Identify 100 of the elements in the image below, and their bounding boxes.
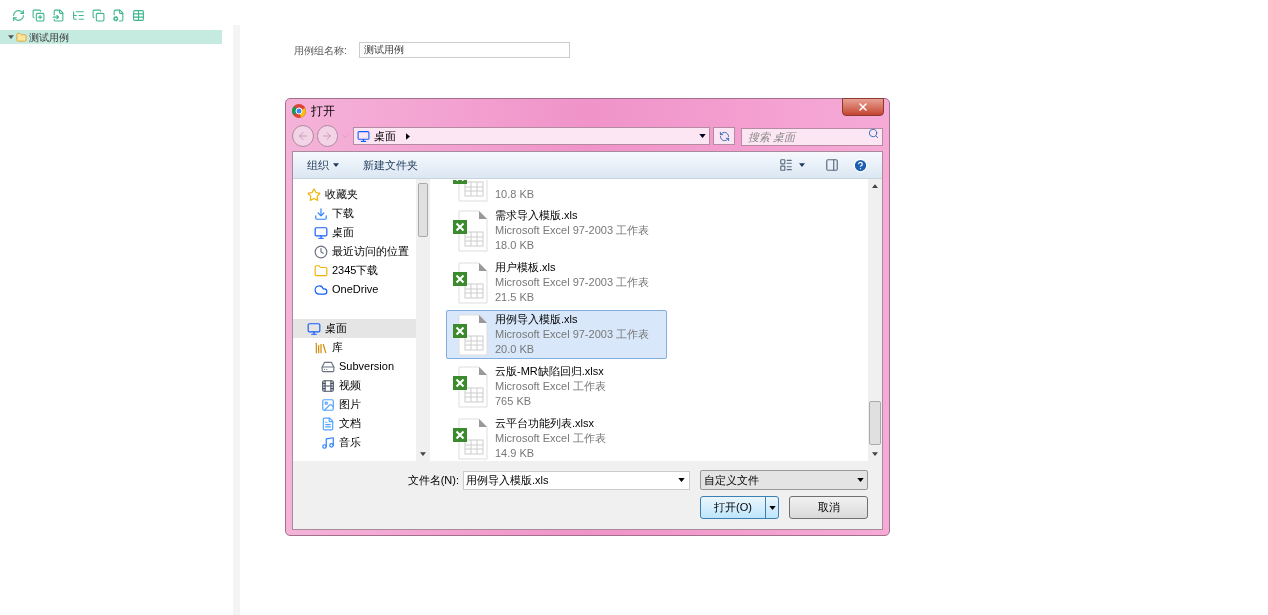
file-name: 云平台功能列表.xlsx bbox=[495, 416, 595, 431]
file-item[interactable]: 云版-MR缺陷回归.xlsx Microsoft Excel 工作表 765 KB bbox=[446, 362, 667, 411]
scrollbar[interactable] bbox=[868, 179, 882, 461]
file-type-text: 自定义文件 bbox=[704, 472, 759, 488]
forward-button[interactable] bbox=[316, 125, 339, 147]
file-type: Microsoft Excel 工作表 bbox=[495, 431, 606, 446]
help-icon[interactable] bbox=[853, 157, 868, 173]
nav-item[interactable]: 库 bbox=[293, 338, 416, 357]
expand-arrow-icon[interactable] bbox=[8, 35, 14, 39]
caret-icon[interactable] bbox=[799, 163, 805, 167]
view-options-icon[interactable] bbox=[779, 158, 793, 172]
file-size: 10.8 KB bbox=[495, 187, 535, 202]
file-type-select[interactable]: 自定义文件 bbox=[700, 470, 868, 490]
scrollbar[interactable] bbox=[416, 179, 430, 461]
nav-item[interactable]: 文档 bbox=[293, 414, 416, 433]
app-logo-icon bbox=[292, 104, 306, 118]
file-item[interactable]: 用户模板.xls Microsoft Excel 97-2003 工作表 21.5 KB bbox=[446, 258, 667, 307]
file-size: 21.5 KB bbox=[495, 290, 536, 305]
nav-item[interactable]: 收藏夹 bbox=[293, 185, 416, 204]
file-name: 用例导入模版.xls bbox=[495, 312, 579, 327]
scroll-thumb[interactable] bbox=[869, 400, 881, 445]
file-name: 用户模板.xls bbox=[495, 260, 557, 275]
nav-item[interactable]: 图片 bbox=[293, 395, 416, 414]
add-copy-icon[interactable] bbox=[32, 8, 45, 22]
new-folder-button[interactable]: 新建文件夹 bbox=[363, 156, 418, 174]
scroll-down-icon[interactable] bbox=[872, 452, 878, 456]
file-size: 765 KB bbox=[495, 394, 533, 409]
back-arrow-icon bbox=[296, 130, 309, 142]
desktop-icon bbox=[357, 129, 371, 143]
file-item[interactable]: 云平台功能列表.xlsx Microsoft Excel 工作表 14.9 KB bbox=[446, 414, 667, 461]
caret-icon bbox=[768, 505, 776, 510]
filename-field[interactable]: 用例导入模版.xls bbox=[463, 470, 690, 490]
import-icon[interactable] bbox=[52, 8, 65, 22]
file-type: Microsoft Excel 工作表 bbox=[495, 379, 606, 394]
excel-file-icon bbox=[453, 313, 489, 356]
tree-item[interactable]: 测试用例 bbox=[0, 30, 222, 44]
nav-item[interactable]: OneDrive bbox=[293, 280, 416, 299]
address-text: 桌面 bbox=[374, 128, 397, 144]
excel-file-icon bbox=[453, 417, 489, 460]
search-field[interactable]: 搜索 桌面 bbox=[741, 128, 883, 146]
open-menu-button[interactable] bbox=[765, 497, 778, 518]
caret-icon bbox=[333, 163, 339, 167]
preview-pane-icon[interactable] bbox=[825, 158, 839, 172]
search-icon bbox=[868, 128, 879, 139]
dropdown-caret-icon bbox=[699, 134, 707, 138]
address-bar[interactable]: 桌面 bbox=[353, 127, 711, 145]
nav-item[interactable]: Subversion bbox=[293, 357, 416, 376]
filename-text: 用例导入模版.xls bbox=[466, 472, 549, 488]
breadcrumb-arrow-icon bbox=[406, 132, 411, 140]
file-item[interactable]: 10.8 KB bbox=[446, 179, 667, 203]
file-size: 18.0 KB bbox=[495, 238, 536, 253]
file-settings-icon[interactable] bbox=[112, 8, 125, 22]
refresh-icon bbox=[718, 130, 730, 142]
file-type: Microsoft Excel 97-2003 工作表 bbox=[495, 275, 650, 290]
document-icon bbox=[321, 416, 335, 431]
file-item[interactable]: 需求导入模版.xls Microsoft Excel 97-2003 工作表 18.0 KB bbox=[446, 206, 667, 255]
nav-item[interactable]: 桌面 bbox=[293, 223, 416, 242]
film-icon bbox=[321, 378, 335, 393]
download-folder-icon bbox=[314, 206, 328, 221]
dropdown-caret-icon bbox=[678, 478, 685, 482]
file-type: Microsoft Excel 97-2003 工作表 bbox=[495, 327, 650, 342]
copy-icon[interactable] bbox=[92, 8, 105, 22]
table-icon[interactable] bbox=[132, 8, 145, 22]
back-button[interactable] bbox=[292, 125, 314, 147]
nav-item[interactable]: 下载 bbox=[293, 204, 416, 223]
desktop-icon bbox=[307, 321, 321, 336]
file-type: Microsoft Excel 97-2003 工作表 bbox=[495, 223, 650, 238]
excel-file-icon bbox=[453, 261, 489, 304]
refresh-icon[interactable] bbox=[12, 8, 25, 22]
file-size: 20.0 KB bbox=[495, 342, 536, 357]
star-icon bbox=[307, 187, 321, 202]
folder-icon bbox=[314, 263, 328, 278]
nav-item[interactable]: 最近访问的位置 bbox=[293, 242, 416, 261]
cloud-icon bbox=[314, 282, 328, 297]
nav-item[interactable]: 视频 bbox=[293, 376, 416, 395]
dropdown-caret-icon bbox=[857, 478, 864, 482]
nav-item[interactable]: 桌面 bbox=[293, 319, 416, 338]
clock-icon bbox=[314, 244, 328, 259]
close-button[interactable] bbox=[842, 98, 884, 116]
file-name: 云版-MR缺陷回归.xlsx bbox=[495, 364, 605, 379]
nav-item[interactable]: 音乐 bbox=[293, 433, 416, 452]
filename-label: 文件名(N): bbox=[407, 472, 459, 488]
cancel-button[interactable]: 取消 bbox=[789, 496, 868, 519]
excel-file-icon bbox=[453, 365, 489, 408]
music-icon bbox=[321, 435, 335, 450]
dialog-title: 打开 bbox=[311, 103, 335, 120]
nav-item[interactable]: 2345下载 bbox=[293, 261, 416, 280]
group-name-field[interactable]: 测试用例 bbox=[358, 42, 570, 58]
scroll-down-icon[interactable] bbox=[420, 452, 426, 456]
list-icon[interactable] bbox=[72, 8, 85, 22]
refresh-button[interactable] bbox=[713, 127, 735, 145]
scroll-thumb[interactable] bbox=[418, 183, 428, 237]
excel-file-icon bbox=[453, 209, 489, 252]
desktop-icon bbox=[314, 225, 328, 240]
scroll-up-icon[interactable] bbox=[872, 184, 878, 188]
organize-button[interactable]: 组织 bbox=[307, 156, 339, 174]
file-item[interactable]: 用例导入模版.xls Microsoft Excel 97-2003 工作表 20.0 KB bbox=[446, 310, 667, 359]
close-icon bbox=[857, 101, 869, 113]
file-name: 需求导入模版.xls bbox=[495, 208, 579, 223]
folder-icon bbox=[16, 31, 27, 43]
